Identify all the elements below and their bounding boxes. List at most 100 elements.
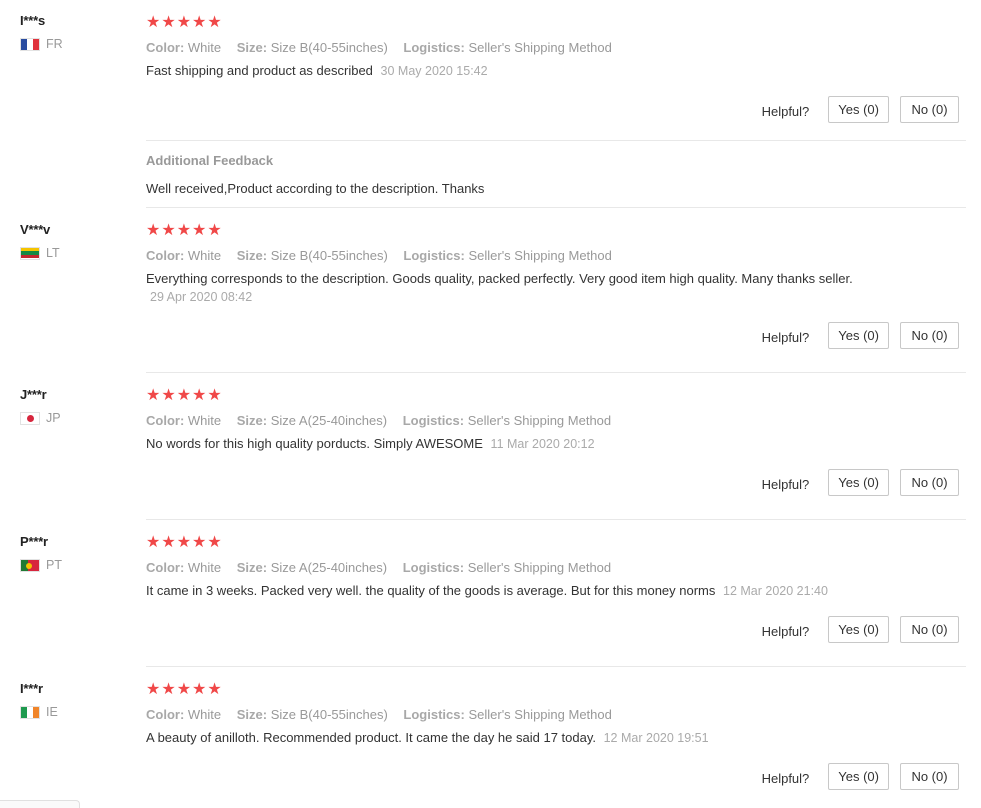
review-date: 30 May 2020 15:42 — [380, 64, 488, 78]
star-rating: ★★★★★ — [146, 387, 223, 404]
country-code: IE — [46, 705, 58, 719]
helpful-controls: Helpful? Yes (0) No (0) — [762, 616, 959, 643]
logistics-label: Logistics: — [403, 707, 465, 722]
reviewer: V***v LT — [20, 222, 60, 260]
logistics-label: Logistics: — [403, 248, 465, 263]
additional-feedback-title: Additional Feedback — [146, 153, 274, 168]
country-code: PT — [46, 558, 62, 572]
size-label: Size: — [236, 413, 268, 428]
logistics-label: Logistics: — [403, 40, 465, 55]
helpful-yes-button[interactable]: Yes (0) — [828, 763, 889, 790]
color-value: White — [187, 40, 222, 55]
review-content: No words for this high quality porducts.… — [146, 436, 483, 451]
reviewer-country: PT — [20, 558, 62, 572]
reviewer: I***s FR — [20, 13, 63, 51]
logistics-label: Logistics: — [402, 413, 465, 428]
reviewer: I***r IE — [20, 681, 58, 719]
divider — [146, 519, 966, 520]
review-content: Everything corresponds to the descriptio… — [146, 271, 853, 286]
reviewer: J***r JP — [20, 387, 61, 425]
review-date: 12 Mar 2020 21:40 — [723, 584, 828, 598]
review-content: It came in 3 weeks. Packed very well. th… — [146, 583, 716, 598]
color-label: Color: — [146, 560, 185, 575]
review-date: 11 Mar 2020 20:12 — [490, 437, 595, 451]
review-date: 29 Apr 2020 08:42 — [150, 290, 253, 304]
color-value: White — [187, 413, 222, 428]
helpful-label: Helpful? — [761, 477, 810, 492]
country-code: JP — [46, 411, 61, 425]
helpful-no-button[interactable]: No (0) — [900, 469, 959, 496]
color-label: Color: — [146, 248, 185, 263]
helpful-label: Helpful? — [761, 624, 810, 639]
helpful-yes-button[interactable]: Yes (0) — [828, 469, 889, 496]
helpful-no-button[interactable]: No (0) — [900, 322, 959, 349]
review-content: A beauty of anilloth. Recommended produc… — [146, 730, 596, 745]
helpful-yes-button[interactable]: Yes (0) — [828, 322, 889, 349]
logistics-value: Seller's Shipping Method — [467, 560, 612, 575]
color-label: Color: — [146, 707, 185, 722]
flag-pt-icon — [20, 558, 40, 572]
helpful-no-button[interactable]: No (0) — [900, 763, 959, 790]
star-rating: ★★★★★ — [146, 222, 223, 239]
review-attributes: Color: White Size: Size B(40-55inches) L… — [146, 248, 886, 263]
review-content: Fast shipping and product as described — [146, 63, 373, 78]
additional-feedback-text: Well received,Product according to the d… — [146, 181, 485, 196]
helpful-yes-button[interactable]: Yes (0) — [828, 616, 889, 643]
size-label: Size: — [236, 707, 268, 722]
color-value: White — [187, 707, 222, 722]
size-value: Size A(25-40inches) — [270, 560, 388, 575]
helpful-no-button[interactable]: No (0) — [900, 96, 959, 123]
additional-feedback: Additional Feedback Well received,Produc… — [146, 153, 484, 196]
reviewer-country: JP — [20, 411, 61, 425]
flag-ie-icon — [20, 705, 40, 719]
helpful-yes-button[interactable]: Yes (0) — [828, 96, 889, 123]
divider — [146, 372, 966, 373]
flag-jp-icon — [20, 411, 40, 425]
review-attributes: Color: White Size: Size B(40-55inches) L… — [146, 40, 886, 55]
size-value: Size B(40-55inches) — [270, 40, 388, 55]
star-rating: ★★★★★ — [146, 681, 223, 698]
helpful-label: Helpful? — [761, 104, 810, 119]
reviewer-name: I***r — [20, 681, 43, 696]
color-label: Color: — [146, 413, 185, 428]
review-text: It came in 3 weeks. Packed very well. th… — [146, 582, 886, 600]
reviewer-name: I***s — [20, 13, 46, 28]
bottom-left-panel-edge — [0, 800, 80, 808]
flag-fr-icon — [20, 37, 40, 51]
color-value: White — [187, 560, 222, 575]
review-body: ★★★★★ Color: White Size: Size A(25-40inc… — [146, 387, 886, 453]
reviewer-name: V***v — [20, 222, 51, 237]
size-label: Size: — [236, 248, 268, 263]
size-value: Size B(40-55inches) — [270, 248, 388, 263]
logistics-value: Seller's Shipping Method — [468, 40, 612, 55]
logistics-label: Logistics: — [402, 560, 465, 575]
review-body: ★★★★★ Color: White Size: Size B(40-55inc… — [146, 681, 886, 747]
review-body: ★★★★★ Color: White Size: Size B(40-55inc… — [146, 222, 886, 306]
logistics-value: Seller's Shipping Method — [468, 248, 612, 263]
review-attributes: Color: White Size: Size A(25-40inches) L… — [146, 413, 886, 428]
helpful-controls: Helpful? Yes (0) No (0) — [762, 763, 959, 790]
size-label: Size: — [236, 40, 268, 55]
helpful-no-button[interactable]: No (0) — [900, 616, 959, 643]
divider — [146, 666, 966, 667]
review-text: Everything corresponds to the descriptio… — [146, 270, 861, 306]
color-label: Color: — [146, 40, 185, 55]
star-rating: ★★★★★ — [146, 14, 223, 31]
review-text: No words for this high quality porducts.… — [146, 435, 886, 453]
reviewer-name: J***r — [20, 387, 47, 402]
divider — [146, 207, 966, 208]
logistics-value: Seller's Shipping Method — [467, 413, 612, 428]
flag-lt-icon — [20, 246, 40, 260]
review-attributes: Color: White Size: Size A(25-40inches) L… — [146, 560, 886, 575]
reviewer-name: P***r — [20, 534, 48, 549]
review-text: Fast shipping and product as described 3… — [146, 62, 886, 80]
size-label: Size: — [236, 560, 268, 575]
size-value: Size B(40-55inches) — [270, 707, 388, 722]
review-date: 12 Mar 2020 19:51 — [603, 731, 709, 745]
reviewer-country: FR — [20, 37, 63, 51]
review-text: A beauty of anilloth. Recommended produc… — [146, 729, 886, 747]
review-body: ★★★★★ Color: White Size: Size A(25-40inc… — [146, 534, 886, 600]
helpful-controls: Helpful? Yes (0) No (0) — [762, 96, 959, 123]
star-rating: ★★★★★ — [146, 534, 223, 551]
helpful-label: Helpful? — [761, 771, 810, 786]
